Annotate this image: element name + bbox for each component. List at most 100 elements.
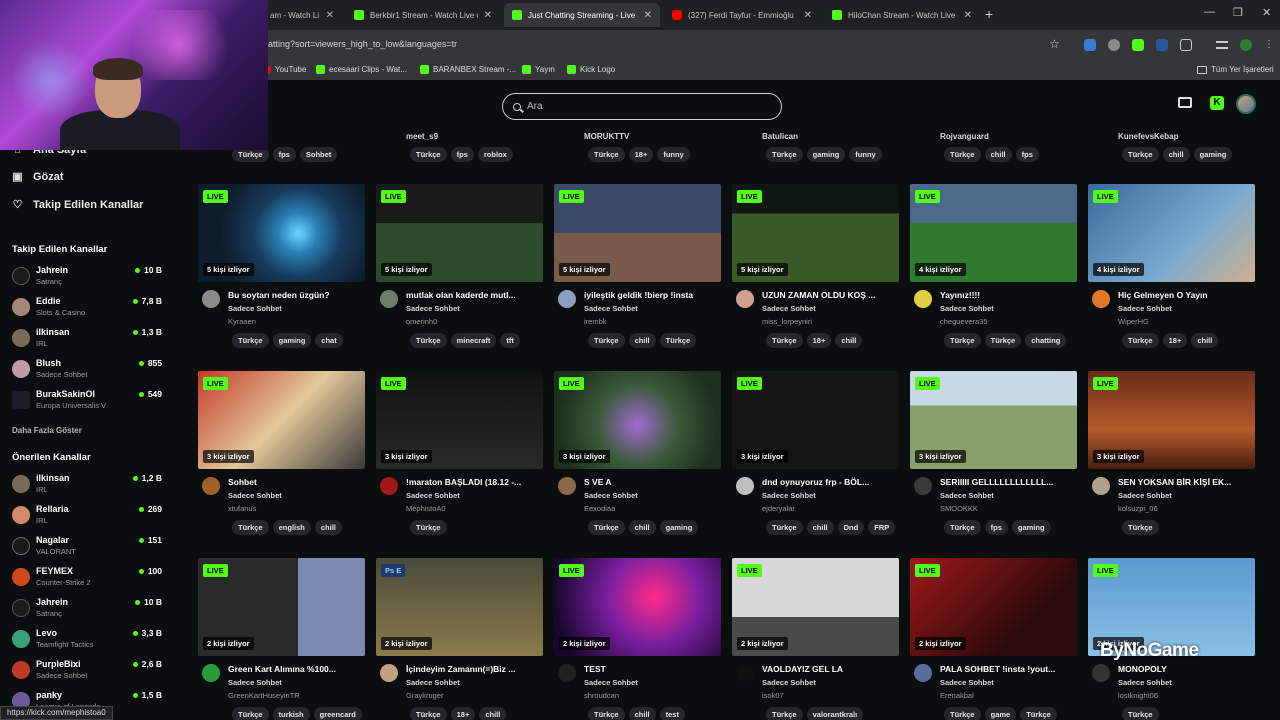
browser-tab[interactable]: (327) Ferdi Tayfur - Emmioğlu ✕ <box>664 3 820 27</box>
tag[interactable]: Türkçe <box>984 333 1022 348</box>
stream-category[interactable]: Sadece Sohbet <box>228 491 282 500</box>
stream-thumbnail[interactable]: LIVE 3 kişi izliyor <box>1088 371 1255 469</box>
tag[interactable]: Türkçe <box>410 333 447 348</box>
recommended-channel[interactable]: Nagalar VALORANT 151 <box>12 535 162 563</box>
tag[interactable]: Türkçe <box>1122 333 1159 348</box>
stream-card[interactable]: LIVE 3 kişi izliyor Sohbet Sadece Sohbet xtu… <box>198 371 365 541</box>
stream-thumbnail[interactable]: LIVE 2 kişi izliyor <box>732 558 899 656</box>
stream-card-partial[interactable]: meet_s9 Türkçe fps roblox <box>376 132 543 167</box>
channel-avatar[interactable] <box>380 290 398 308</box>
channel-name[interactable]: xtufanus <box>228 504 256 513</box>
channel-name[interactable]: SMOOKKK <box>940 504 978 513</box>
followed-channel[interactable]: Jahrein Satranç 10 B <box>12 265 162 293</box>
tag[interactable]: chill <box>628 333 656 348</box>
tag[interactable]: Türkçe <box>766 147 803 162</box>
tag[interactable]: chill <box>835 333 863 348</box>
stream-category[interactable]: Sadece Sohbet <box>940 304 994 313</box>
tag[interactable]: Türkçe <box>944 333 981 348</box>
stream-card[interactable]: LIVE 3 kişi izliyor SERIIIII GELLLLLLLLLLL… <box>910 371 1077 541</box>
tag[interactable]: chill <box>984 147 1012 162</box>
stream-title[interactable]: TEST <box>584 664 721 674</box>
stream-thumbnail[interactable]: LIVE 5 kişi izliyor <box>554 184 721 282</box>
stream-category[interactable]: Sadece Sohbet <box>1118 491 1172 500</box>
channel-avatar[interactable] <box>1092 477 1110 495</box>
tag[interactable]: Türkçe <box>232 707 269 720</box>
stream-title[interactable]: UZUN ZAMAN OLDU KOŞ ... <box>762 290 899 300</box>
reading-list-icon[interactable] <box>1216 41 1228 49</box>
stream-card[interactable]: LIVE 3 kişi izliyor !maraton BAŞLADI (18.1… <box>376 371 543 541</box>
bookmark-item[interactable]: Kick Logo <box>567 65 615 74</box>
tag[interactable]: Dnd <box>837 520 865 535</box>
stream-card-partial[interactable]: Batulican Türkçe gaming funny <box>732 132 899 167</box>
minimize-icon[interactable]: — <box>1204 6 1215 18</box>
stream-card-partial[interactable]: MORUKTTV Türkçe 18+ funny <box>554 132 721 167</box>
tag[interactable]: tft <box>500 333 520 348</box>
tag[interactable]: game <box>984 707 1017 720</box>
channel-name[interactable]: kolsuzpi_06 <box>1118 504 1158 513</box>
channel-avatar[interactable] <box>736 290 754 308</box>
channel-avatar[interactable] <box>914 664 932 682</box>
tag[interactable]: 18+ <box>450 707 476 720</box>
bookmark-star-icon[interactable]: ☆ <box>1049 37 1060 51</box>
stream-category[interactable]: Sadece Sohbet <box>406 678 460 687</box>
stream-category[interactable]: Sadece Sohbet <box>940 678 994 687</box>
close-tab-icon[interactable]: ✕ <box>964 10 972 21</box>
inbox-icon[interactable] <box>1178 97 1192 108</box>
followed-channel[interactable]: BurakSakinOl Europa Universalis V 549 <box>12 389 162 417</box>
recommended-channel[interactable]: Rellaria IRL 269 <box>12 504 162 532</box>
stream-title[interactable]: MONOPOLY <box>1118 664 1255 674</box>
stream-thumbnail[interactable]: LIVE 5 kişi izliyor <box>376 184 543 282</box>
stream-card[interactable]: LIVE 5 kişi izliyor iyileştik geldik !bier… <box>554 184 721 354</box>
stream-category[interactable]: Sadece Sohbet <box>584 491 638 500</box>
tag[interactable]: 18+ <box>1162 333 1188 348</box>
tag[interactable]: chill <box>628 707 656 720</box>
stream-title[interactable]: S VE A <box>584 477 721 487</box>
kick-logo-icon[interactable]: K <box>1210 96 1224 110</box>
nav-following[interactable]: ♡ Takip Edilen Kanallar <box>12 199 144 211</box>
tag[interactable]: Türkçe <box>588 147 625 162</box>
tag[interactable]: Türkçe <box>944 147 981 162</box>
channel-name[interactable]: Kyraaen <box>228 317 256 326</box>
stream-title[interactable]: dnd oynuyoruz frp - BÖL... <box>762 477 899 487</box>
search-input[interactable] <box>527 101 747 112</box>
stream-category[interactable]: Sadece Sohbet <box>228 678 282 687</box>
kick-extension-icon[interactable] <box>1132 39 1144 51</box>
tag[interactable]: chill <box>1162 147 1190 162</box>
channel-name[interactable]: GreenKartHuseyinTR <box>228 691 300 700</box>
stream-card[interactable]: LIVE 2 kişi izliyor PALA SOHBET !insta !yo… <box>910 558 1077 720</box>
stream-card[interactable]: Ps E 2 kişi izliyor İçindeyim Zamanın(=)Bi… <box>376 558 543 720</box>
puzzle-icon[interactable] <box>1180 39 1192 51</box>
stream-card-partial[interactable]: Rojvanguard Türkçe chill fps <box>910 132 1077 167</box>
recommended-channel[interactable]: ilkinsan IRL 1,2 B <box>12 473 162 501</box>
tag[interactable]: turkish <box>272 707 310 720</box>
stream-title[interactable]: Sohbet <box>228 477 365 487</box>
stream-card[interactable]: LIVE 2 kişi izliyor MONOPOLY Sadece Sohbet l… <box>1088 558 1255 720</box>
bookmark-item[interactable]: YouTube <box>262 65 306 74</box>
stream-title[interactable]: PALA SOHBET !insta !yout... <box>940 664 1077 674</box>
bookmark-item[interactable]: BARANBEX Stream -... <box>420 65 516 74</box>
stream-card[interactable]: LIVE 5 kişi izliyor Bu soytarı neden üzgün… <box>198 184 365 354</box>
close-tab-icon[interactable]: ✕ <box>804 10 812 21</box>
tag[interactable]: chat <box>315 333 343 348</box>
browser-tab[interactable]: HiloChan Stream - Watch Live o ✕ <box>824 3 980 27</box>
stream-thumbnail[interactable]: LIVE 2 kişi izliyor <box>198 558 365 656</box>
recommended-channel[interactable]: Levo Teamfight Tactics 3,3 B <box>12 628 162 656</box>
tag[interactable]: chill <box>628 520 656 535</box>
nav-browse[interactable]: ▣ Gözat <box>12 171 63 183</box>
channel-avatar[interactable] <box>914 290 932 308</box>
tag[interactable]: chatting <box>1025 333 1067 348</box>
tag[interactable]: greencard <box>313 707 362 720</box>
stream-title[interactable]: Hiç Gelmeyen O Yayın <box>1118 290 1255 300</box>
new-tab-icon[interactable]: + <box>985 6 993 22</box>
stream-category[interactable]: Sadece Sohbet <box>228 304 282 313</box>
tag[interactable]: chill <box>1191 333 1219 348</box>
stream-thumbnail[interactable]: LIVE 4 kişi izliyor <box>1088 184 1255 282</box>
tag[interactable]: Türkçe <box>232 333 269 348</box>
tag[interactable]: Türkçe <box>410 707 447 720</box>
tag[interactable]: funny <box>849 147 882 162</box>
tag[interactable]: Sohbet <box>299 147 338 162</box>
stream-thumbnail[interactable]: LIVE 3 kişi izliyor <box>554 371 721 469</box>
menu-dots-icon[interactable]: ⋮ <box>1264 39 1276 51</box>
stream-category[interactable]: Sadece Sohbet <box>584 304 638 313</box>
tag[interactable]: Türkçe <box>944 707 981 720</box>
